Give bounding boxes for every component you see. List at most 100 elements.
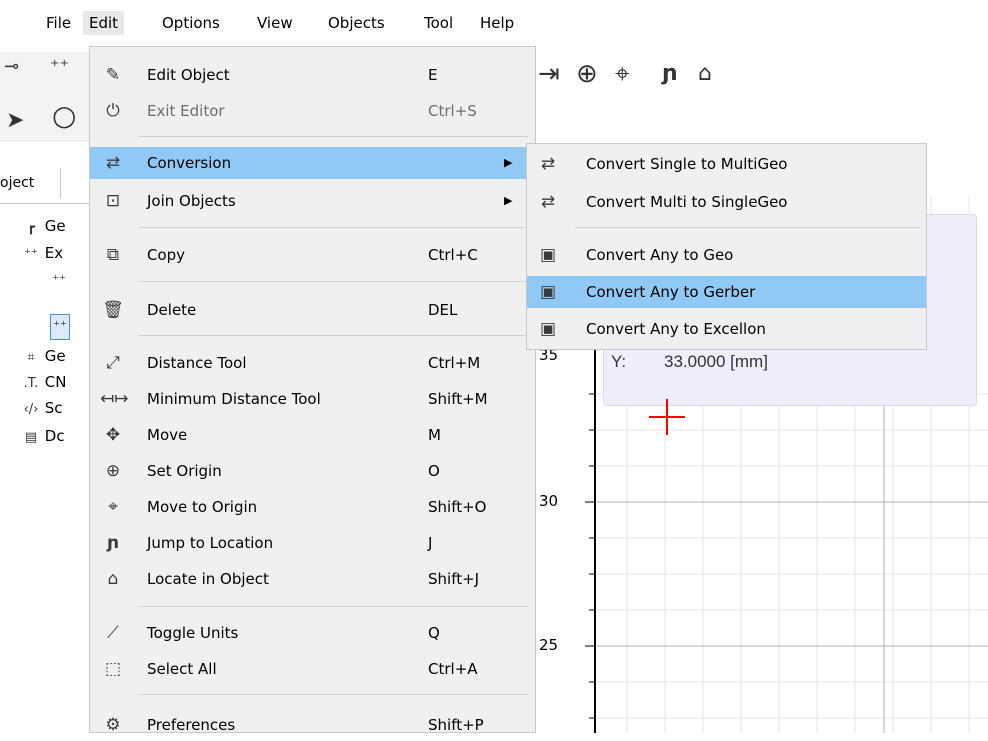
jump-icon: ɲ	[106, 533, 120, 553]
menu-item-exit-editor[interactable]: ⏻ Exit Editor Ctrl+S	[90, 95, 535, 127]
drill-points-icon[interactable]: ⁺⁺	[50, 56, 69, 77]
menu-separator	[138, 694, 528, 695]
move-to-origin-icon[interactable]: ⌖	[615, 58, 630, 90]
menu-item-shortcut: Shift+M	[428, 390, 488, 408]
conversion-arrows-icon: ⇄	[105, 153, 121, 173]
script-icon: ‹/›	[23, 402, 39, 417]
tree-item-cnc[interactable]: .T. CN	[22, 370, 67, 394]
coord-y-value: 33.0000 [mm]	[664, 352, 768, 371]
menu-item-move-to-origin[interactable]: ⌖ Move to Origin Shift+O	[90, 491, 535, 523]
submenu-item-any-to-geo[interactable]: ▣ Convert Any to Geo	[527, 239, 926, 271]
tree-item-label: Ge	[44, 347, 66, 365]
menu-item-shortcut: O	[428, 462, 440, 480]
submenu-arrow-icon: ▶	[504, 156, 513, 169]
jump-to-location-icon[interactable]: ɲ	[662, 58, 678, 90]
submenu-item-label: Convert Single to MultiGeo	[586, 155, 788, 173]
menu-item-preferences[interactable]: ⚙ Preferences Shift+P	[90, 709, 535, 741]
menu-tool[interactable]: Tool	[418, 11, 459, 35]
tree-item-excellon[interactable]: ⁺⁺ Ex	[22, 241, 63, 265]
gear-icon: ⚙	[105, 715, 121, 735]
project-tab[interactable]: oject	[0, 168, 61, 198]
join-icon: ⊡	[105, 191, 121, 211]
menu-item-minimum-distance-tool[interactable]: ↤↦ Minimum Distance Tool Shift+M	[90, 383, 535, 415]
menu-item-shortcut: Ctrl+C	[428, 246, 478, 264]
tree-item-label: Ex	[44, 244, 64, 262]
path-tool-icon[interactable]: ⊸	[4, 56, 19, 77]
tree-item-geometry[interactable]: ┏ Ge	[22, 214, 66, 238]
menu-item-join-objects[interactable]: ⊡ Join Objects ▶	[90, 185, 535, 217]
select-pointer-icon[interactable]: ➤	[6, 108, 24, 133]
menu-file[interactable]: File	[40, 11, 77, 35]
menu-separator	[138, 606, 528, 607]
convert-any-icon: ▣	[539, 245, 557, 265]
menu-item-label: Delete	[147, 301, 197, 319]
ruler-icon: ⟋	[107, 623, 119, 643]
tree-item-excellon-child-selected[interactable]: ⁺⁺	[50, 313, 70, 340]
menu-objects[interactable]: Objects	[322, 11, 391, 35]
menu-item-shortcut: Ctrl+S	[428, 102, 477, 120]
menu-item-edit-object[interactable]: ✎ Edit Object E	[90, 59, 535, 91]
submenu-item-any-to-excellon[interactable]: ▣ Convert Any to Excellon	[527, 313, 926, 345]
geo-group-icon: ⌗	[27, 350, 35, 365]
jump-to-end-icon[interactable]: ⇥	[538, 58, 560, 90]
submenu-item-multi-to-singlegeo[interactable]: ⇄ Convert Multi to SingleGeo	[527, 186, 926, 218]
menu-item-label: Move to Origin	[147, 498, 258, 516]
select-all-icon: ⬚	[104, 659, 122, 679]
edit-menu-dropdown: ✎ Edit Object E ⏻ Exit Editor Ctrl+S ⇄ C…	[89, 46, 536, 735]
tree-item-document[interactable]: ▤ Dc	[22, 424, 65, 448]
menu-item-set-origin[interactable]: ⊕ Set Origin O	[90, 455, 535, 487]
menu-edit[interactable]: Edit	[83, 11, 125, 35]
menu-item-shortcut: DEL	[428, 301, 458, 319]
menu-item-label: Set Origin	[147, 462, 222, 480]
move-origin-icon: ⌖	[108, 497, 118, 517]
menu-help[interactable]: Help	[474, 11, 520, 35]
submenu-arrow-icon: ▶	[504, 194, 513, 207]
submenu-separator	[575, 227, 920, 228]
submenu-item-any-to-gerber[interactable]: ▣ Convert Any to Gerber	[527, 276, 926, 308]
conversion-arrows-icon: ⇄	[540, 154, 556, 174]
excellon-child-selected-icon: ⁺⁺	[50, 314, 70, 340]
menu-item-shortcut: Q	[428, 624, 440, 642]
menu-item-jump-to-location[interactable]: ɲ Jump to Location J	[90, 527, 535, 559]
menu-item-locate-in-object[interactable]: ⌂ Locate in Object Shift+J	[90, 563, 535, 595]
menu-item-delete[interactable]: 🗑 Delete DEL	[90, 294, 535, 326]
menu-options[interactable]: Options	[156, 11, 226, 35]
menu-item-label: Move	[147, 426, 188, 444]
tree-item-geo-group[interactable]: ⌗ Ge	[22, 344, 66, 368]
menu-separator	[138, 281, 528, 282]
tree-item-excellon-child[interactable]: ⁺⁺	[50, 267, 68, 291]
menu-item-label: Minimum Distance Tool	[147, 390, 321, 408]
coord-y-label: Y:	[611, 352, 627, 371]
tree-item-script[interactable]: ‹/› Sc	[22, 396, 63, 420]
set-origin-icon[interactable]: ⊕	[576, 58, 598, 90]
menu-item-label: Edit Object	[147, 66, 230, 84]
menu-bar: File Edit Options View Objects Tool Help	[0, 0, 988, 44]
convert-any-icon: ▣	[539, 282, 557, 302]
set-origin-icon: ⊕	[105, 461, 121, 481]
menu-item-label: Preferences	[147, 716, 236, 734]
menu-item-copy[interactable]: ⧉ Copy Ctrl+C	[90, 239, 535, 271]
menu-view[interactable]: View	[251, 11, 299, 35]
menu-item-conversion[interactable]: ⇄ Conversion ▶	[90, 147, 535, 179]
menu-item-label: Distance Tool	[147, 354, 247, 372]
menu-item-distance-tool[interactable]: ⤢ Distance Tool Ctrl+M	[90, 347, 535, 379]
tree-item-label: Dc	[44, 427, 65, 445]
convert-any-icon: ▣	[539, 319, 557, 339]
excellon-child-icon: ⁺⁺	[52, 273, 66, 288]
menu-separator	[138, 136, 528, 137]
locate-in-object-icon[interactable]: ⌂	[698, 58, 712, 90]
menu-item-shortcut: M	[428, 426, 441, 444]
menu-item-toggle-units[interactable]: ⟋ Toggle Units Q	[90, 617, 535, 649]
menu-item-label: Join Objects	[147, 192, 236, 210]
trash-icon: 🗑	[102, 300, 124, 320]
menu-item-shortcut: Ctrl+M	[428, 354, 481, 372]
circle-tool-icon[interactable]: ○	[52, 100, 76, 132]
submenu-item-single-to-multigeo[interactable]: ⇄ Convert Single to MultiGeo	[527, 148, 926, 180]
menu-item-shortcut: Shift+O	[428, 498, 487, 516]
menu-item-select-all[interactable]: ⬚ Select All Ctrl+A	[90, 653, 535, 685]
menu-separator	[138, 227, 528, 228]
menu-separator	[138, 335, 528, 336]
excellon-icon: ⁺⁺	[24, 247, 38, 262]
menu-item-move[interactable]: ✥ Move M	[90, 419, 535, 451]
submenu-item-label: Convert Any to Excellon	[586, 320, 766, 338]
